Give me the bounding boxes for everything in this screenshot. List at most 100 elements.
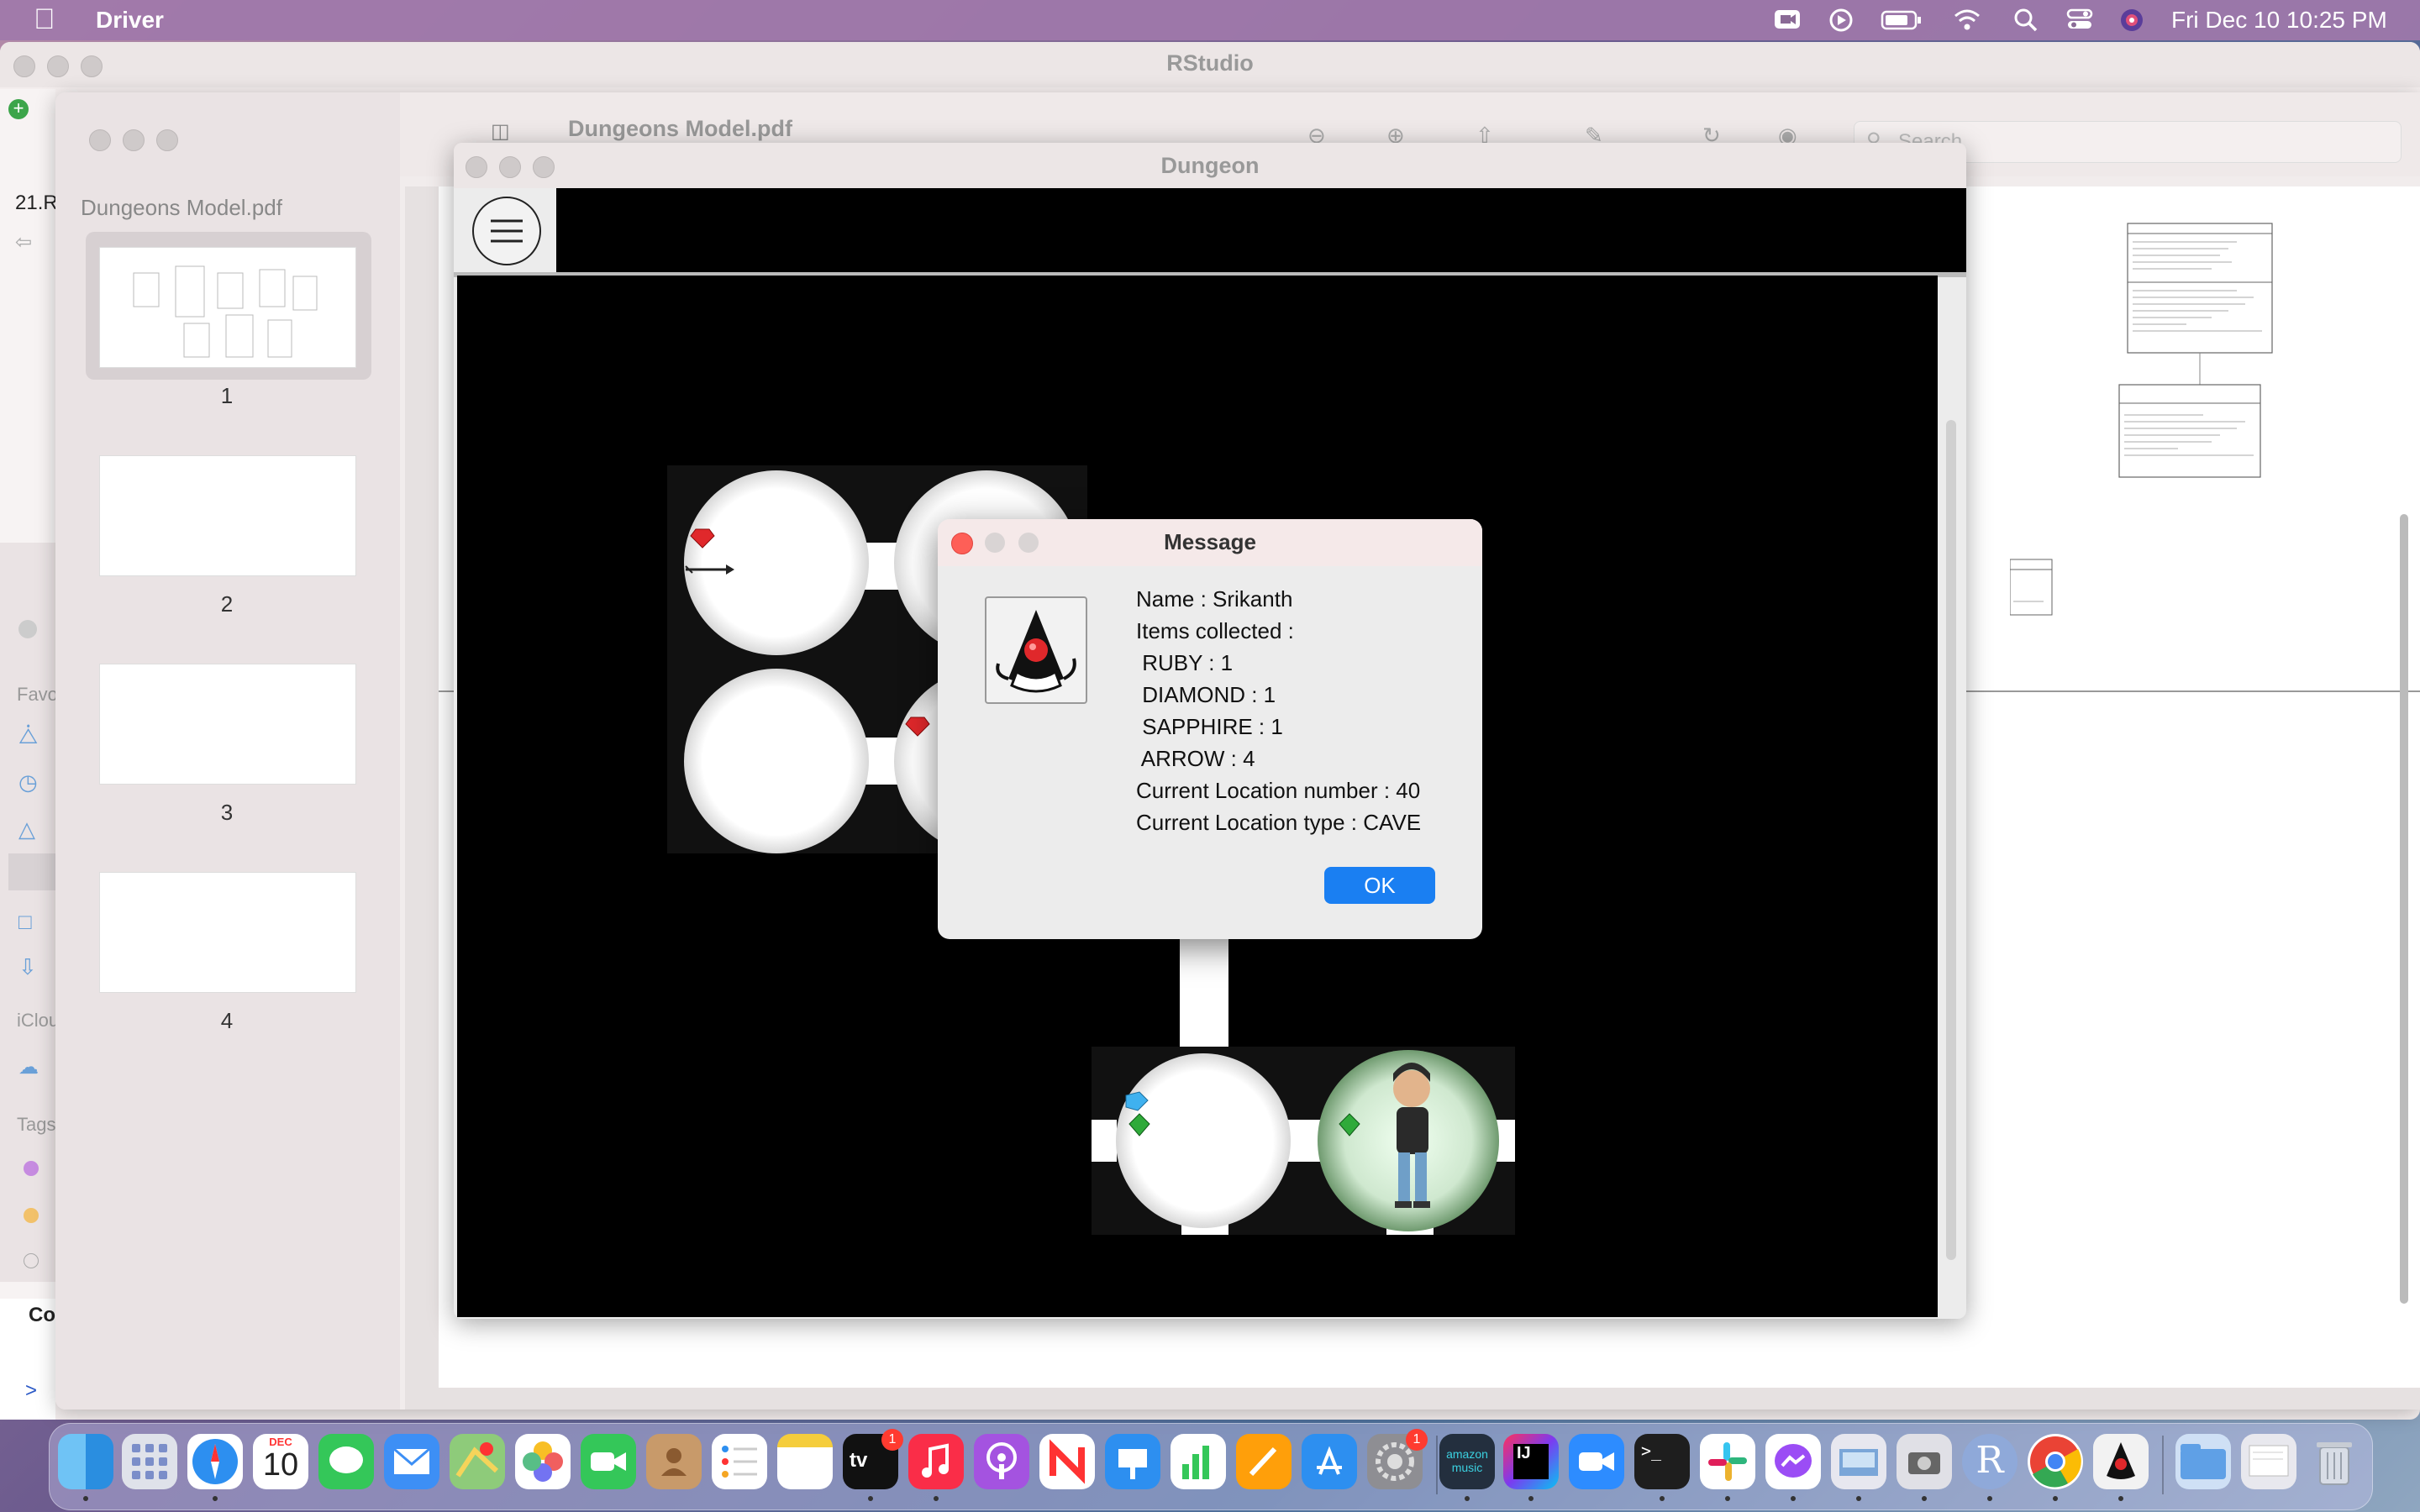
console-prompt[interactable]: >	[25, 1379, 37, 1403]
photos-icon[interactable]	[515, 1434, 571, 1489]
tag-yellow[interactable]	[24, 1208, 39, 1223]
rstudio-minimize-button[interactable]	[47, 55, 69, 77]
podcasts-icon[interactable]	[974, 1434, 1029, 1489]
screen-record-icon[interactable]	[1773, 7, 1802, 34]
uml-diagram-fragment	[2118, 223, 2273, 478]
menu-clock[interactable]: Fri Dec 10 10:25 PM	[2171, 7, 2387, 34]
safari-icon[interactable]	[187, 1434, 243, 1489]
sidebar-toggle-icon[interactable]: ◫	[491, 119, 510, 144]
rstudio-zoom-button[interactable]	[81, 55, 103, 77]
launchpad-icon[interactable]	[122, 1434, 177, 1489]
applications-icon[interactable]: △	[18, 816, 35, 843]
rstudio-window-title: RStudio	[1166, 50, 1254, 76]
music-icon[interactable]	[908, 1434, 964, 1489]
rstudio-source-tab[interactable]: 21.R	[15, 192, 58, 215]
screenshot-app-icon[interactable]	[1897, 1434, 1952, 1489]
news-icon[interactable]	[1039, 1434, 1095, 1489]
running-indicator	[1856, 1496, 1861, 1501]
message-zoom-button[interactable]	[1018, 533, 1039, 553]
apple-menu-icon[interactable]: 	[34, 3, 55, 36]
control-center-icon[interactable]	[2065, 7, 2094, 34]
battery-icon[interactable]	[1881, 7, 1923, 34]
page-thumbnail-1[interactable]	[99, 247, 356, 368]
amazon-music-icon[interactable]: amazon music	[1439, 1434, 1495, 1489]
documents-icon[interactable]: □	[18, 909, 32, 935]
preview-minimize-button[interactable]	[123, 129, 145, 151]
menu-bar:  Driver Fri Dec 10 10:25 PM	[0, 0, 2420, 40]
spotlight-search-icon[interactable]	[2012, 7, 2040, 34]
numbers-icon[interactable]	[1171, 1434, 1226, 1489]
finder-icon[interactable]	[58, 1434, 113, 1489]
message-close-button[interactable]	[951, 533, 973, 554]
terminal-icon[interactable]: >_	[1634, 1434, 1690, 1489]
tag-purple[interactable]	[24, 1161, 39, 1176]
facetime-icon[interactable]	[581, 1434, 636, 1489]
page-thumbnail-4[interactable]	[99, 872, 356, 993]
contacts-icon[interactable]	[646, 1434, 702, 1489]
console-pane-stub: Co >	[0, 1299, 55, 1420]
app-menu-name[interactable]: Driver	[96, 7, 164, 34]
reminders-icon[interactable]	[712, 1434, 767, 1489]
icloud-drive-icon[interactable]: ☁	[18, 1055, 39, 1079]
message-minimize-button[interactable]	[985, 533, 1005, 553]
message-line-location-type: Current Location type : CAVE	[1136, 810, 1422, 835]
wifi-icon[interactable]	[1953, 7, 1981, 34]
dock-separator	[2162, 1436, 2164, 1494]
notes-icon[interactable]	[777, 1434, 833, 1489]
pages-icon[interactable]	[1236, 1434, 1292, 1489]
play-icon[interactable]	[1827, 7, 1855, 34]
page-thumbnail-2[interactable]	[99, 455, 356, 576]
airdrop-icon[interactable]: ⧊	[18, 723, 38, 750]
calendar-month: DEC	[269, 1436, 292, 1448]
favorites-section-label: Favo	[17, 684, 58, 705]
apple-tv-label: tv	[850, 1449, 868, 1472]
downloads-icon[interactable]: ⇩	[18, 954, 37, 980]
running-indicator	[868, 1496, 873, 1501]
trash-icon[interactable]	[2307, 1434, 2362, 1489]
downloads-stack-icon[interactable]	[2175, 1434, 2231, 1489]
rstudio-close-button[interactable]	[13, 55, 35, 77]
calendar-icon[interactable]: DEC 10	[253, 1434, 308, 1489]
amazon-music-label: amazon music	[1446, 1447, 1488, 1474]
messages-icon[interactable]	[318, 1434, 374, 1489]
intellij-icon[interactable]: IJ	[1503, 1434, 1559, 1489]
java-app-icon[interactable]	[2093, 1434, 2149, 1489]
dungeon-close-button[interactable]	[466, 156, 487, 178]
r-app-icon[interactable]: R	[1962, 1434, 2018, 1489]
thumbnail-diagram	[133, 265, 318, 358]
keynote-icon[interactable]	[1105, 1434, 1160, 1489]
console-tab-label[interactable]: Co	[29, 1304, 55, 1327]
zoom-icon[interactable]	[1569, 1434, 1624, 1489]
recents-icon[interactable]: ◷	[18, 769, 38, 795]
dungeon-zoom-button[interactable]	[533, 156, 555, 178]
chrome-icon[interactable]	[2028, 1434, 2083, 1489]
new-file-icon[interactable]: +	[8, 99, 29, 119]
system-preferences-icon[interactable]: 1	[1367, 1429, 1428, 1489]
preview-zoom-button[interactable]	[156, 129, 178, 151]
slack-icon[interactable]	[1700, 1434, 1755, 1489]
icloud-section-label: iClou	[17, 1010, 60, 1031]
preview-app-icon[interactable]	[1831, 1434, 1886, 1489]
rstudio-titlebar: RStudio	[0, 42, 2420, 87]
r-app-label: R	[1975, 1439, 2004, 1482]
siri-icon[interactable]	[2118, 7, 2146, 34]
dungeon-minimize-button[interactable]	[499, 156, 521, 178]
back-arrow-icon[interactable]: ⇦	[15, 230, 32, 255]
mail-icon[interactable]	[384, 1434, 439, 1489]
page-thumbnail-3[interactable]	[99, 664, 356, 785]
preview-close-button[interactable]	[89, 129, 111, 151]
messenger-icon[interactable]	[1765, 1434, 1821, 1489]
desktop-icon[interactable]	[8, 853, 55, 890]
tag-gray[interactable]	[24, 1253, 39, 1268]
documents-stack-icon[interactable]	[2241, 1434, 2296, 1489]
ok-button[interactable]: OK	[1324, 867, 1435, 904]
maps-icon[interactable]	[450, 1434, 505, 1489]
app-store-icon[interactable]	[1302, 1434, 1357, 1489]
finder-close-button[interactable]	[18, 620, 37, 638]
tags-section-label: Tags	[17, 1114, 56, 1135]
dungeon-scrollbar[interactable]	[1946, 420, 1956, 1260]
dungeon-header-bar	[454, 188, 1966, 272]
pdf-scrollbar[interactable]	[2400, 514, 2408, 1304]
hamburger-menu-button[interactable]	[472, 197, 541, 265]
apple-tv-icon[interactable]: tv 1	[843, 1429, 903, 1489]
